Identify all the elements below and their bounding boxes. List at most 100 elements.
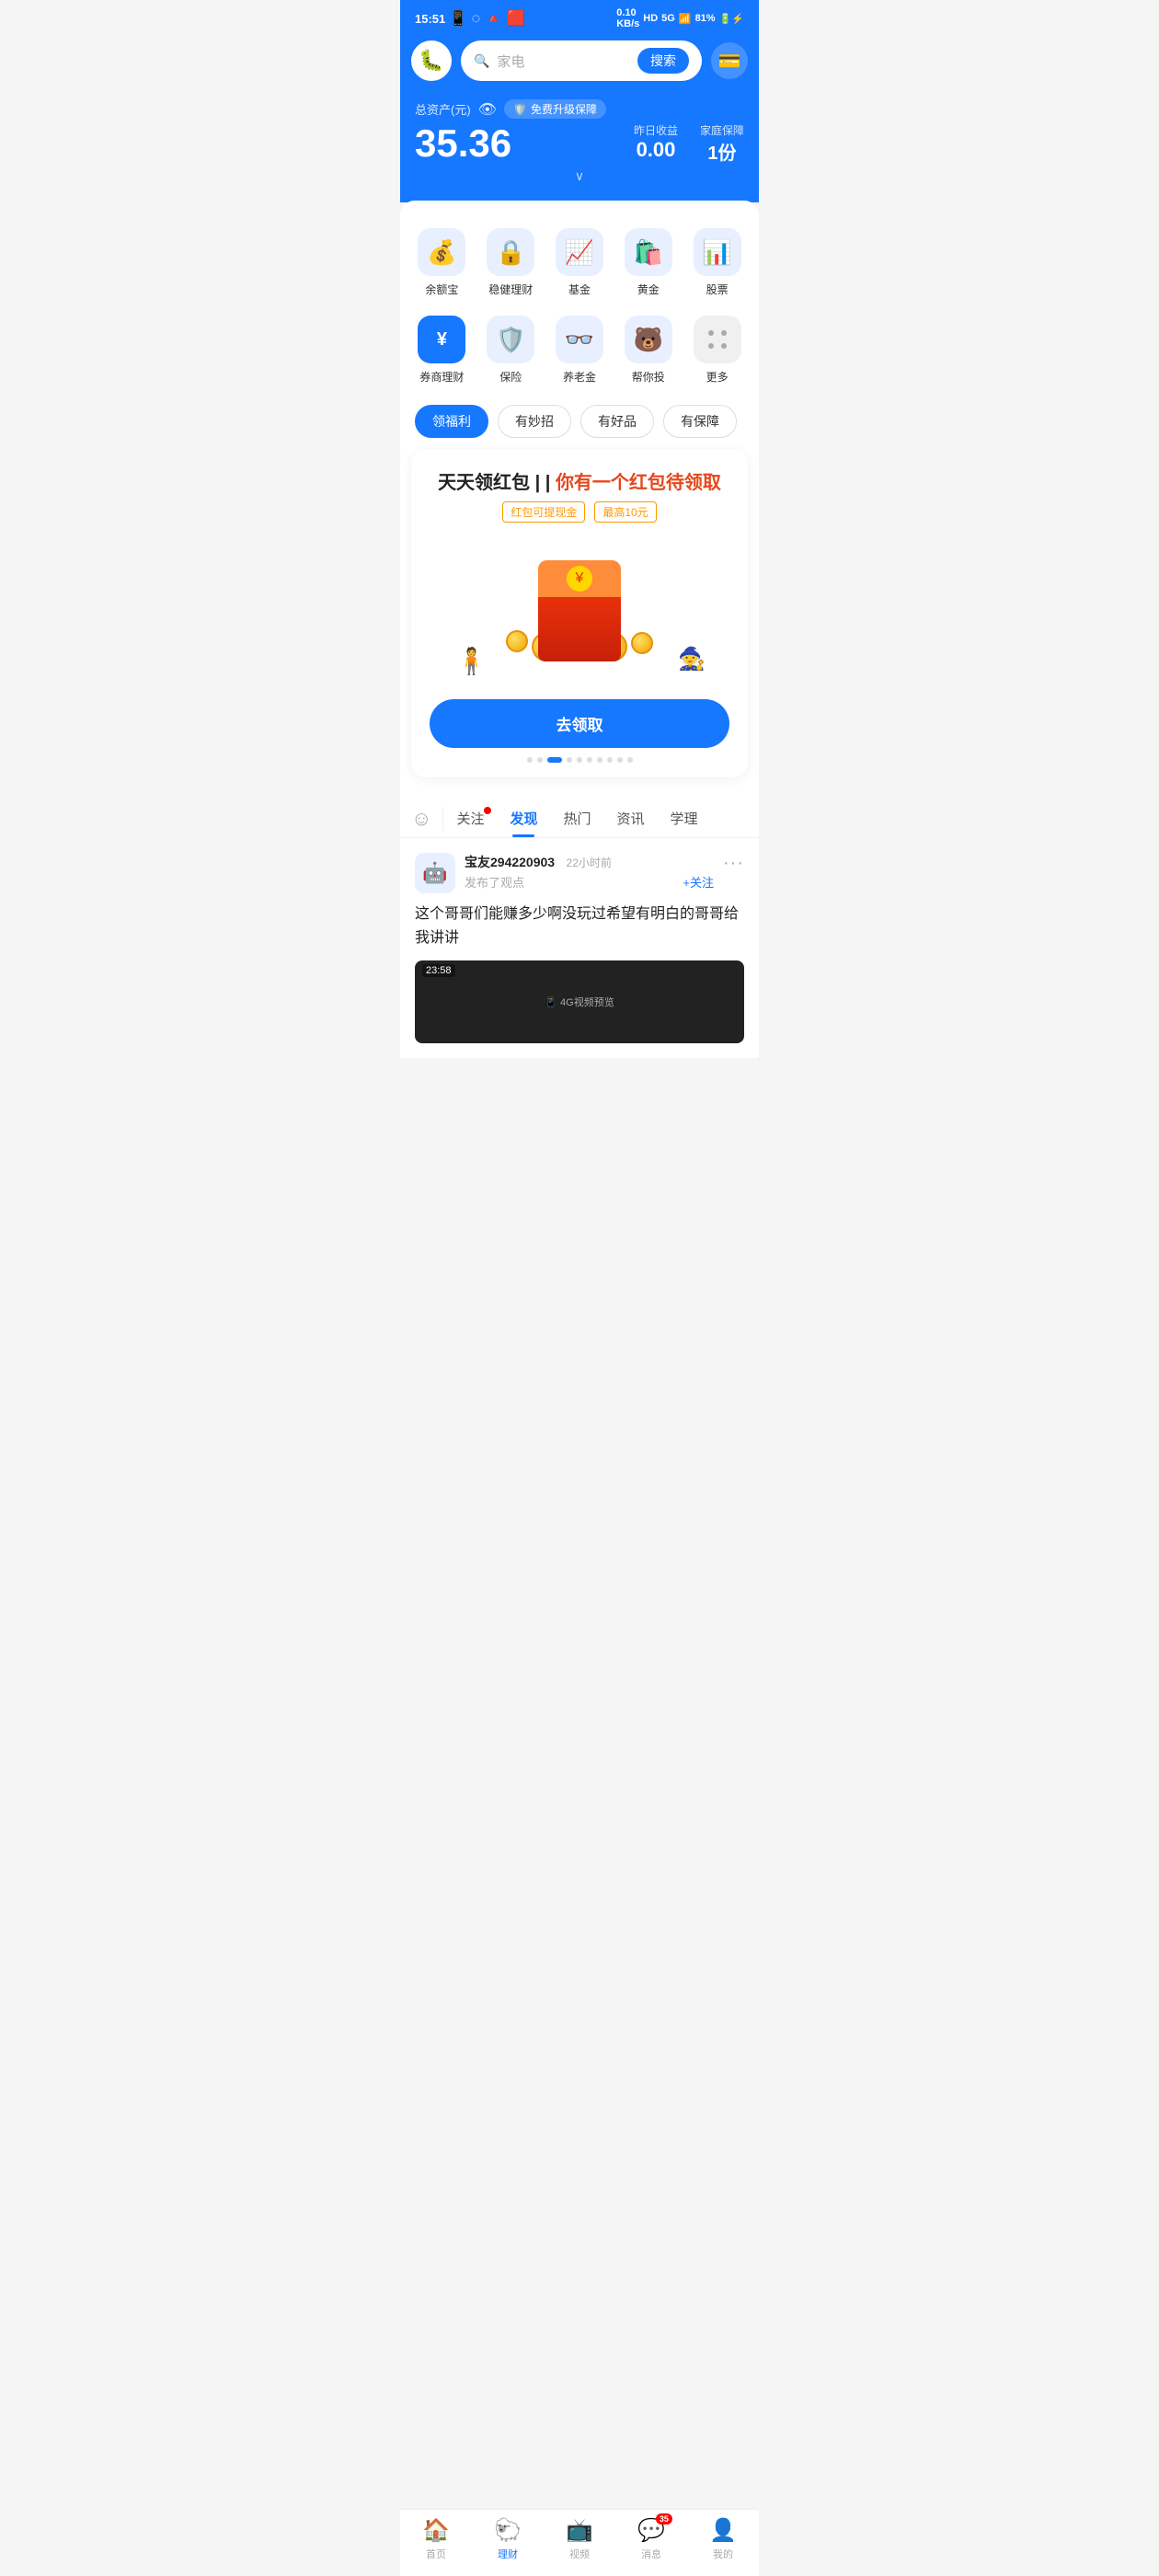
grid-item-stock[interactable]: 📊 股票 (683, 219, 752, 306)
grid-item-stable[interactable]: 🔒 稳健理财 (476, 219, 545, 306)
coin-1 (506, 630, 528, 652)
search-button[interactable]: 搜索 (637, 48, 689, 74)
nav-video[interactable]: 📺 视频 (544, 2517, 615, 2561)
tab-hot[interactable]: 热门 (551, 799, 604, 837)
feed-item: 🤖 宝友294220903 22小时前 发布了观点 +关注 ··· 这个哥哥们能… (400, 838, 759, 1065)
dot-4 (567, 757, 572, 763)
wallet-button[interactable]: 💳 (711, 42, 748, 79)
status-wifi: 📶 (679, 13, 692, 25)
grid-item-insurance[interactable]: 🛡️ 保险 (476, 306, 545, 394)
follow-notification-dot (484, 807, 491, 814)
nav-profile[interactable]: 👤 我的 (687, 2517, 759, 2561)
status-battery: 81% (695, 13, 716, 24)
yesterday-value: 0.00 (634, 138, 678, 162)
dot-8 (607, 757, 613, 763)
bottom-nav: 🏠 首页 🐑 理财 📺 视频 💬 35 消息 👤 我的 (400, 2509, 759, 2576)
tab-haopin[interactable]: 有好品 (580, 405, 654, 438)
fund-icon: 📈 (556, 228, 603, 276)
tab-follow[interactable]: 关注 (443, 799, 497, 837)
envelope-circle: ¥ (567, 566, 592, 592)
insurance-icon: 🛡️ (487, 316, 534, 363)
banner-badges: 红包可提现金 最高10元 (430, 501, 729, 523)
banner-card: 天天领红包 | | 你有一个红包待领取 红包可提现金 最高10元 🧍 ¥ ¥ ¥ (411, 449, 748, 777)
grid-item-pension[interactable]: 👓 养老金 (545, 306, 614, 394)
badge-max: 最高10元 (594, 501, 656, 523)
message-badge: 35 (656, 2513, 672, 2524)
tab-news[interactable]: 资讯 (604, 799, 658, 837)
nav-finance[interactable]: 🐑 理财 (472, 2517, 544, 2561)
dot-2 (537, 757, 543, 763)
tab-discover[interactable]: 发现 (497, 799, 550, 837)
dots-indicator (430, 757, 729, 763)
assets-main-value: 35.36 (415, 122, 511, 165)
yesterday-label: 昨日收益 (634, 122, 678, 138)
nav-home[interactable]: 🏠 首页 (400, 2517, 472, 2561)
claim-button[interactable]: 去领取 (430, 699, 729, 748)
status-bar: 15:51 📱 ◌ 🔺 🟥 0.10KB/s HD 5G 📶 81% 🔋⚡ (400, 0, 759, 33)
grid-item-helper[interactable]: 🐻 帮你投 (614, 306, 683, 394)
dot-10 (627, 757, 633, 763)
family-value: 1份 (700, 138, 744, 165)
search-bar[interactable]: 🔍 家电 搜索 (461, 40, 702, 81)
grid-item-gold[interactable]: 🛍️ 黄金 (614, 219, 683, 306)
badge-cash: 红包可提现金 (502, 501, 585, 523)
grid-item-yuebao[interactable]: 💰 余额宝 (407, 219, 476, 306)
grid-item-fund[interactable]: 📈 基金 (545, 219, 614, 306)
dot-7 (597, 757, 602, 763)
nav-finance-label: 理财 (498, 2547, 518, 2561)
family-label: 家庭保障 (700, 122, 744, 138)
smiley-icon[interactable]: ☺ (400, 807, 443, 831)
yuebao-icon: 💰 (418, 228, 465, 276)
dot-9 (617, 757, 623, 763)
status-left: 15:51 📱 ◌ 🔺 🟥 (415, 9, 525, 28)
feed-media-preview[interactable]: 23:58 📱 4G视频预览 (415, 960, 744, 1043)
gold-icon: 🛍️ (625, 228, 672, 276)
status-app-icons: 📱 ◌ 🔺 🟥 (449, 9, 525, 28)
feed-avatar[interactable]: 🤖 (415, 853, 455, 893)
tab-fuili[interactable]: 领福利 (415, 405, 488, 438)
person-right-icon: 🧙 (678, 646, 704, 683)
broker-label: 券商理财 (419, 369, 464, 385)
feed-username[interactable]: 宝友294220903 (465, 855, 555, 869)
video-icon: 📺 (566, 2517, 593, 2544)
helper-icon: 🐻 (625, 316, 672, 363)
nav-message[interactable]: 💬 35 消息 (615, 2517, 687, 2561)
upgrade-label: 免费升级保障 (531, 101, 597, 117)
feed-header: 🤖 宝友294220903 22小时前 发布了观点 +关注 ··· (415, 853, 744, 893)
feed-time: 22小时前 (567, 857, 612, 869)
pension-label: 养老金 (563, 369, 596, 385)
stock-label: 股票 (706, 282, 729, 297)
grid-item-more[interactable]: 更多 (683, 306, 752, 394)
banner-illustration: 🧍 ¥ ¥ ¥ ¥ 🧙 (430, 537, 729, 684)
expand-arrow[interactable]: ∨ (415, 168, 744, 184)
nav-home-label: 首页 (426, 2547, 446, 2561)
feed-follow-btn[interactable]: +关注 (683, 873, 714, 891)
tab-learn[interactable]: 学理 (658, 799, 711, 837)
broker-icon: ¥ (418, 316, 465, 363)
nav-video-label: 视频 (569, 2547, 590, 2561)
grid-item-broker[interactable]: ¥ 券商理财 (407, 306, 476, 394)
eye-icon[interactable]: 👁 (478, 100, 497, 119)
feed-action: 发布了观点 +关注 (465, 873, 714, 891)
message-icon: 💬 35 (637, 2517, 665, 2544)
status-right: 0.10KB/s HD 5G 📶 81% 🔋⚡ (616, 7, 744, 29)
feed-preview-timestamp: 23:58 (422, 964, 455, 977)
app-logo[interactable]: 🐛 (411, 40, 452, 81)
coin-5 (631, 632, 653, 654)
insurance-label: 保险 (499, 369, 522, 385)
more-label: 更多 (706, 369, 729, 385)
stable-label: 稳健理财 (488, 282, 533, 297)
upgrade-badge[interactable]: 🛡️ 免费升级保障 (504, 99, 606, 119)
status-time: 15:51 (415, 12, 445, 26)
assets-side: 昨日收益 0.00 家庭保障 1份 (634, 122, 744, 165)
shield-icon: 🛡️ (513, 103, 527, 116)
banner-title-red: 你有一个红包待领取 (556, 473, 721, 493)
pension-icon: 👓 (556, 316, 603, 363)
nav-profile-label: 我的 (713, 2547, 733, 2561)
yesterday-income: 昨日收益 0.00 (634, 122, 678, 165)
tab-baozhang[interactable]: 有保障 (663, 405, 737, 438)
search-input-placeholder[interactable]: 家电 (497, 52, 630, 71)
tab-miaozao[interactable]: 有妙招 (498, 405, 571, 438)
feed-more-btn[interactable]: ··· (723, 853, 744, 874)
banner-title-normal: 天天领红包 | | (438, 473, 556, 493)
